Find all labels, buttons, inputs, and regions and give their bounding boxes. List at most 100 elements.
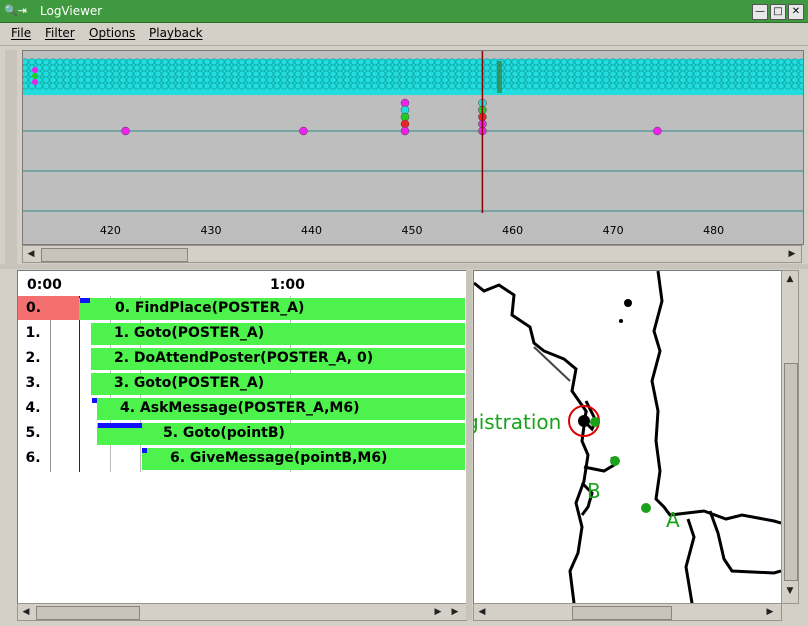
scroll-thumb[interactable] (784, 363, 798, 581)
timeline-event-dot (595, 82, 603, 90)
scroll-thumb[interactable] (36, 606, 140, 620)
timeline-event-dot (280, 64, 288, 72)
splitter-handle-left[interactable] (5, 50, 17, 264)
scroll-left-arrow[interactable]: ◀ (24, 247, 38, 261)
timeline-event-dot (392, 76, 400, 84)
timeline-event-dot (567, 76, 575, 84)
timeline-event-dot (560, 70, 568, 78)
scroll-thumb[interactable] (41, 248, 188, 262)
task-row[interactable]: 6. 6. GiveMessage(pointB,M6) (18, 446, 466, 470)
map-view[interactable]: gistration B A (473, 270, 782, 604)
timeline-event-dot (329, 82, 337, 90)
timeline-event-dot (56, 64, 64, 72)
timeline-event-dot (294, 64, 302, 72)
timeline-event-dot (224, 58, 232, 66)
task-list-panel[interactable]: 0:00 1:00 0. 0. FindPlace(POSTER_A) 1. 1… (17, 270, 467, 604)
timeline-panel[interactable]: 410420430440450460470480 (22, 50, 804, 245)
timeline-event-dot (238, 76, 246, 84)
task-row[interactable]: 1. 1. Goto(POSTER_A) (18, 321, 466, 345)
task-bar[interactable]: 3. Goto(POSTER_A) (91, 373, 465, 395)
timeline-event-dot (651, 82, 659, 90)
scroll-down-arrow[interactable]: ▼ (783, 584, 797, 598)
scroll-up-arrow[interactable]: ▲ (783, 272, 797, 286)
task-row[interactable]: 3. 3. Goto(POSTER_A) (18, 371, 466, 395)
timeline-event-dot (588, 82, 596, 90)
vertical-splitter[interactable] (466, 270, 472, 620)
scroll-right-arrow[interactable]: ▶ (763, 605, 777, 619)
maximize-button[interactable]: □ (770, 4, 786, 20)
task-row[interactable]: 4. 4. AskMessage(POSTER_A,M6) (18, 396, 466, 420)
menu-file[interactable]: File (11, 26, 31, 40)
timeline-event-dot (70, 76, 78, 84)
timeline-event-dot (280, 82, 288, 90)
minimize-button[interactable]: — (752, 4, 768, 20)
timeline-event-dot (651, 58, 659, 66)
timeline-event-dot (63, 70, 71, 78)
map-horizontal-scrollbar[interactable]: ◀ ▶ (473, 603, 782, 621)
timeline-event-dot (798, 64, 803, 72)
timeline-event-dot (756, 64, 764, 72)
timeline-event-dot (728, 64, 736, 72)
timeline-event-dot (679, 76, 687, 84)
scroll-left-arrow[interactable]: ◀ (19, 605, 33, 619)
scroll-right-arrow[interactable]: ▶ (785, 247, 799, 261)
timeline-chart[interactable]: 410420430440450460470480 (23, 51, 803, 244)
task-bar[interactable]: 2. DoAttendPoster(POSTER_A, 0) (91, 348, 465, 370)
task-row[interactable]: 5. 5. Goto(pointB) (18, 421, 466, 445)
timeline-event-dot (112, 64, 120, 72)
timeline-event-dot (126, 70, 134, 78)
task-bar[interactable]: 6. GiveMessage(pointB,M6) (142, 448, 465, 470)
menu-options[interactable]: Options (89, 26, 135, 40)
timeline-tick-label: 430 (200, 224, 221, 237)
timeline-event-dot (658, 64, 666, 72)
task-row[interactable]: 0. 0. FindPlace(POSTER_A) (18, 296, 466, 320)
timeline-event-dot (322, 64, 330, 72)
timeline-event-dot (245, 76, 253, 84)
timeline-event-dot (70, 64, 78, 72)
close-button[interactable]: ✕ (788, 4, 804, 20)
scroll-right-arrow-2[interactable]: ▶ (448, 605, 462, 619)
timeline-scrollbar[interactable]: ◀ ▶ (22, 245, 802, 263)
timeline-event-dot (560, 82, 568, 90)
task-bar[interactable]: 0. FindPlace(POSTER_A) (79, 298, 465, 320)
timeline-event-dot (469, 82, 477, 90)
timeline-event-dot (147, 58, 155, 66)
task-bar[interactable]: 1. Goto(POSTER_A) (91, 323, 465, 345)
timeline-event-dot (770, 82, 778, 90)
menu-playback[interactable]: Playback (149, 26, 203, 40)
timeline-event-dot (147, 76, 155, 84)
task-list-scrollbar[interactable]: ◀ ▶ ▶ (17, 603, 467, 621)
timeline-event-dot (343, 58, 351, 66)
timeline-event-dot (154, 82, 162, 90)
timeline-event-dot (672, 76, 680, 84)
map-label-registration: gistration (473, 410, 562, 434)
menu-filter[interactable]: Filter (45, 26, 75, 40)
task-bar[interactable]: 5. Goto(pointB) (97, 423, 465, 445)
timeline-event-dot (182, 70, 190, 78)
timeline-event-dot (658, 58, 666, 66)
scroll-left-arrow[interactable]: ◀ (475, 605, 489, 619)
map-vertical-scrollbar[interactable]: ▲ ▼ (781, 270, 799, 604)
timeline-event-dot (693, 64, 701, 72)
timeline-event-dot (742, 64, 750, 72)
scroll-thumb[interactable] (572, 606, 672, 620)
task-bar[interactable]: 4. AskMessage(POSTER_A,M6) (97, 398, 465, 420)
timeline-event-dot (70, 82, 78, 90)
timeline-event-dot (686, 82, 694, 90)
timeline-event-dot (581, 58, 589, 66)
timeline-event-dot (455, 76, 463, 84)
timeline-event-dot (672, 64, 680, 72)
timeline-event-dot (259, 82, 267, 90)
goal-point-registration (590, 417, 600, 427)
timeline-event-dot (399, 82, 407, 90)
timeline-event-dot (483, 76, 491, 84)
timeline-tick-label: 470 (603, 224, 624, 237)
scroll-right-arrow[interactable]: ▶ (431, 605, 445, 619)
timeline-event-dot (539, 64, 547, 72)
timeline-event-dot (329, 64, 337, 72)
timeline-event-dot (441, 58, 449, 66)
timeline-event-dot (623, 58, 631, 66)
horizontal-splitter[interactable] (0, 264, 808, 269)
task-row[interactable]: 2. 2. DoAttendPoster(POSTER_A, 0) (18, 346, 466, 370)
timeline-event-dot (791, 58, 799, 66)
